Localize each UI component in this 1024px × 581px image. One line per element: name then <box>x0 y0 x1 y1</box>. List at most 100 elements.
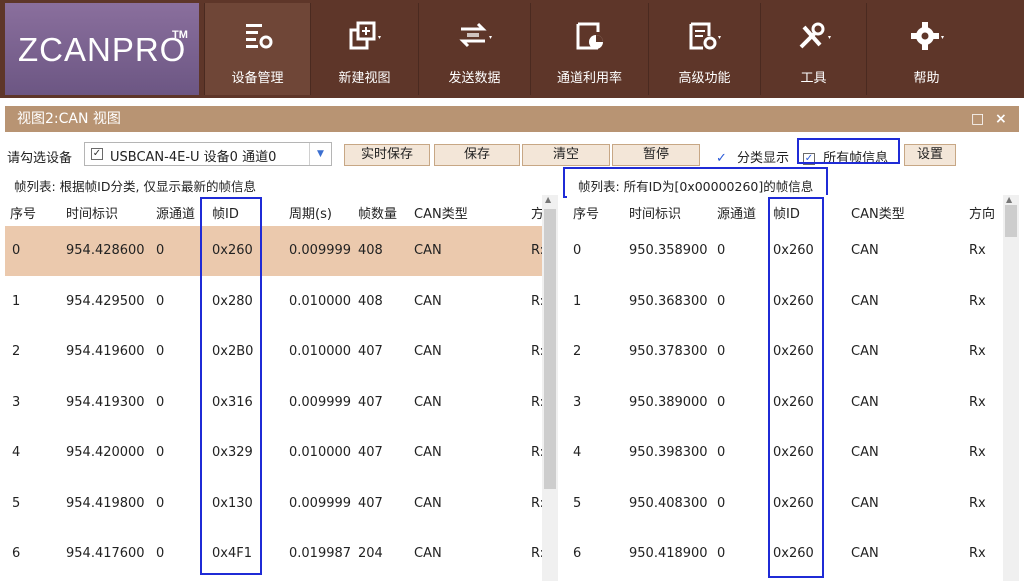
table-cell: 950.389000 <box>629 394 708 410</box>
scroll-up-icon[interactable]: ▲ <box>1006 195 1012 204</box>
scroll-up-icon[interactable]: ▲ <box>545 195 551 204</box>
device-checkbox[interactable]: ✓ <box>91 148 103 160</box>
column-header[interactable]: 时间标识 <box>66 203 118 222</box>
tools-icon <box>799 22 831 49</box>
scrollbar-thumb[interactable] <box>1005 205 1017 237</box>
table-cell: 950.358900 <box>629 243 708 258</box>
table-cell: 408 <box>358 243 383 258</box>
column-header[interactable]: 周期(s) <box>289 203 332 222</box>
table-cell: CAN <box>414 495 442 511</box>
table-cell: CAN <box>851 394 879 410</box>
right-scrollbar[interactable]: ▲ <box>1003 195 1019 581</box>
view-title: 视图2:CAN 视图 <box>17 111 121 127</box>
column-header[interactable]: 序号 <box>10 203 36 222</box>
table-cell: CAN <box>851 546 879 561</box>
view-toolbar: 请勾选设备 ✓ USBCAN-4E-U 设备0 通道0 ▼ 实时保存 保存 清空… <box>0 138 1024 170</box>
table-cell: 0 <box>573 243 582 258</box>
table-cell: Rx <box>969 243 986 258</box>
column-header[interactable]: 方 <box>531 203 542 222</box>
maximize-icon[interactable]: □ <box>971 106 984 132</box>
table-cell: 0 <box>156 445 165 460</box>
ribbon-label: 发送数据 <box>448 71 501 86</box>
table-cell: 0 <box>717 546 726 561</box>
select-device-label: 请勾选设备 <box>7 151 73 166</box>
advanced-icon <box>689 22 721 50</box>
table-cell: 5 <box>573 495 582 511</box>
column-header[interactable]: CAN类型 <box>414 203 468 222</box>
table-cell: 0.010000 <box>289 293 352 309</box>
table-cell: 0 <box>12 243 21 258</box>
table-cell: Rx <box>969 394 986 410</box>
table-cell: 1 <box>573 293 582 309</box>
device-select-value: USBCAN-4E-U 设备0 通道0 <box>110 150 277 165</box>
table-cell: 954.420000 <box>66 445 145 460</box>
table-cell: 2 <box>12 344 21 359</box>
column-header[interactable]: 源通道 <box>717 203 756 222</box>
chevron-down-icon[interactable]: ▼ <box>309 143 331 165</box>
table-cell: CAN <box>414 546 442 561</box>
table-cell: 4 <box>573 445 582 460</box>
ribbon-new-view[interactable]: 新建视图 <box>310 3 418 95</box>
table-cell: 950.418900 <box>629 546 708 561</box>
table-row[interactable]: 0954.42860000x2600.009999408CANR: <box>5 226 542 276</box>
table-cell: CAN <box>414 243 442 258</box>
table-cell: R: <box>531 293 542 309</box>
settings-button[interactable]: 设置 <box>904 144 956 166</box>
ribbon-advanced[interactable]: 高级功能 <box>648 3 760 95</box>
new-view-icon <box>349 21 381 50</box>
table-cell: CAN <box>414 445 442 460</box>
table-cell: 1 <box>12 293 21 309</box>
table-cell: 950.398300 <box>629 445 708 460</box>
highlight-box <box>797 138 900 164</box>
realtime-save-button[interactable]: 实时保存 <box>344 144 430 166</box>
scrollbar-thumb[interactable] <box>544 209 556 489</box>
table-row[interactable]: 6954.41760000x4F10.019987204CANR: <box>5 529 542 579</box>
table-cell: 0 <box>156 394 165 410</box>
table-cell: 0 <box>717 394 726 410</box>
column-header[interactable]: 时间标识 <box>629 203 681 222</box>
column-header[interactable]: 方向 <box>969 203 995 222</box>
view-title-bar: 视图2:CAN 视图 □ × <box>5 106 1019 132</box>
left-scrollbar[interactable]: ▲ <box>542 195 558 581</box>
table-header: 序号 时间标识 源通道 帧ID 周期(s) 帧数量 CAN类型 方 <box>5 195 542 227</box>
column-header[interactable]: CAN类型 <box>851 203 905 222</box>
clear-button[interactable]: 清空 <box>522 144 610 166</box>
table-cell: 950.368300 <box>629 293 708 309</box>
close-icon[interactable]: × <box>995 106 1007 132</box>
ribbon-label: 通道利用率 <box>556 71 622 86</box>
save-button[interactable]: 保存 <box>434 144 520 166</box>
table-cell: 0 <box>717 445 726 460</box>
ribbon-help[interactable]: 帮助 <box>866 3 986 95</box>
table-cell: CAN <box>851 243 879 258</box>
table-cell: Rx <box>969 344 986 359</box>
table-cell: 408 <box>358 293 383 309</box>
table-row[interactable]: 3954.41930000x3160.009999407CANR: <box>5 378 542 428</box>
table-cell: CAN <box>414 344 442 359</box>
ribbon: ZCANPRO TM 设备管理 新建视图 发送数据 通道利用率 高级功能 工具 … <box>0 0 1024 98</box>
ribbon-channel-usage[interactable]: 通道利用率 <box>530 3 648 95</box>
classify-checkbox[interactable]: ✓ <box>716 151 727 166</box>
table-row[interactable]: 5954.41980000x1300.009999407CANR: <box>5 479 542 529</box>
column-header[interactable]: 序号 <box>573 203 599 222</box>
ribbon-tools[interactable]: 工具 <box>760 3 866 95</box>
table-cell: 954.419600 <box>66 344 145 359</box>
table-cell: R: <box>531 344 542 359</box>
table-row[interactable]: 1954.42950000x2800.010000408CANR: <box>5 277 542 327</box>
table-cell: 0 <box>717 344 726 359</box>
table-cell: R: <box>531 495 542 511</box>
device-select[interactable]: ✓ USBCAN-4E-U 设备0 通道0 ▼ <box>84 142 332 166</box>
ribbon-send-data[interactable]: 发送数据 <box>418 3 530 95</box>
table-cell: 6 <box>573 546 582 561</box>
table-cell: 407 <box>358 344 383 359</box>
pause-button[interactable]: 暂停 <box>612 144 700 166</box>
table-cell: CAN <box>851 445 879 460</box>
classify-option[interactable]: ✓ 分类显示 <box>716 147 789 166</box>
send-data-icon <box>458 22 492 48</box>
table-row[interactable]: 2954.41960000x2B00.010000407CANR: <box>5 327 542 377</box>
table-cell: 3 <box>573 394 582 410</box>
table-cell: R: <box>531 546 542 561</box>
table-row[interactable]: 4954.42000000x3290.010000407CANR: <box>5 428 542 478</box>
column-header[interactable]: 源通道 <box>156 203 195 222</box>
ribbon-device-manage[interactable]: 设备管理 <box>204 3 310 95</box>
column-header[interactable]: 帧数量 <box>358 203 397 222</box>
